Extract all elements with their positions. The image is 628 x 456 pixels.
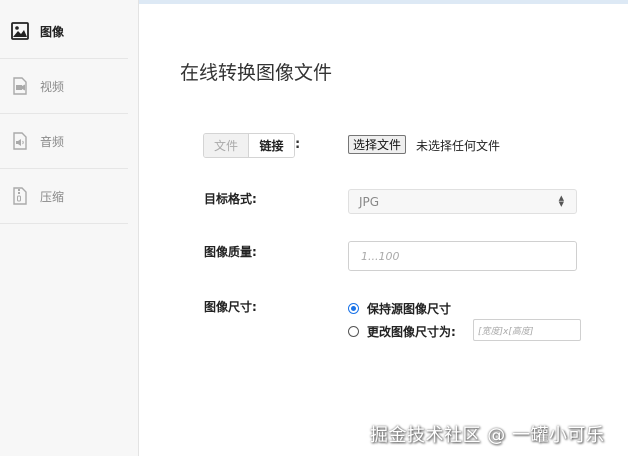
sidebar-item-label: 图像 xyxy=(40,24,65,39)
quality-input[interactable]: 1...100 xyxy=(348,241,577,271)
size-label: 图像尺寸: xyxy=(204,300,257,314)
resize-label: 更改图像尺寸为: xyxy=(367,325,456,339)
tab-link[interactable]: 链接 xyxy=(249,134,294,157)
sidebar-item-audio[interactable]: 音频 xyxy=(0,114,128,169)
top-border xyxy=(139,0,628,4)
sidebar-item-label: 音频 xyxy=(40,134,65,149)
audio-icon xyxy=(10,131,30,151)
sidebar-item-video[interactable]: 视频 xyxy=(0,59,128,114)
resize-radio[interactable] xyxy=(348,326,359,337)
select-arrows-icon: ▲ ▼ xyxy=(558,194,564,208)
page-title: 在线转换图像文件 xyxy=(180,62,333,84)
choose-file-button[interactable]: 选择文件 xyxy=(348,135,407,154)
keep-size-label: 保持源图像尺寸 xyxy=(367,302,452,316)
compress-icon xyxy=(10,186,30,206)
video-icon xyxy=(10,76,30,96)
resize-option[interactable]: 更改图像尺寸为: xyxy=(348,323,456,340)
size-input[interactable]: [宽度]x[高度] xyxy=(473,319,581,341)
format-select[interactable]: JPG ▲ ▼ xyxy=(348,189,577,214)
source-tabs: 文件 链接 xyxy=(203,133,295,158)
sidebar-item-label: 视频 xyxy=(40,79,65,94)
image-icon xyxy=(10,21,30,41)
format-label: 目标格式: xyxy=(204,192,257,206)
keep-size-option[interactable]: 保持源图像尺寸 xyxy=(348,300,451,317)
sidebar-item-image[interactable]: 图像 xyxy=(0,4,128,59)
watermark: 掘金技术社区 @ 一罐小可乐 xyxy=(370,425,605,446)
sidebar-item-label: 压缩 xyxy=(40,189,65,204)
file-status-text: 未选择任何文件 xyxy=(416,139,501,153)
size-placeholder: [宽度]x[高度] xyxy=(478,326,534,337)
format-selected-value: JPG xyxy=(359,194,380,209)
tab-file[interactable]: 文件 xyxy=(204,134,249,157)
sidebar-item-compress[interactable]: 压缩 xyxy=(0,169,128,224)
quality-placeholder: 1...100 xyxy=(361,249,400,263)
keep-size-radio[interactable] xyxy=(348,303,359,314)
sidebar: 图像 视频 音频 压缩 xyxy=(0,0,139,456)
source-colon: : xyxy=(295,137,301,152)
quality-label: 图像质量: xyxy=(204,245,257,259)
